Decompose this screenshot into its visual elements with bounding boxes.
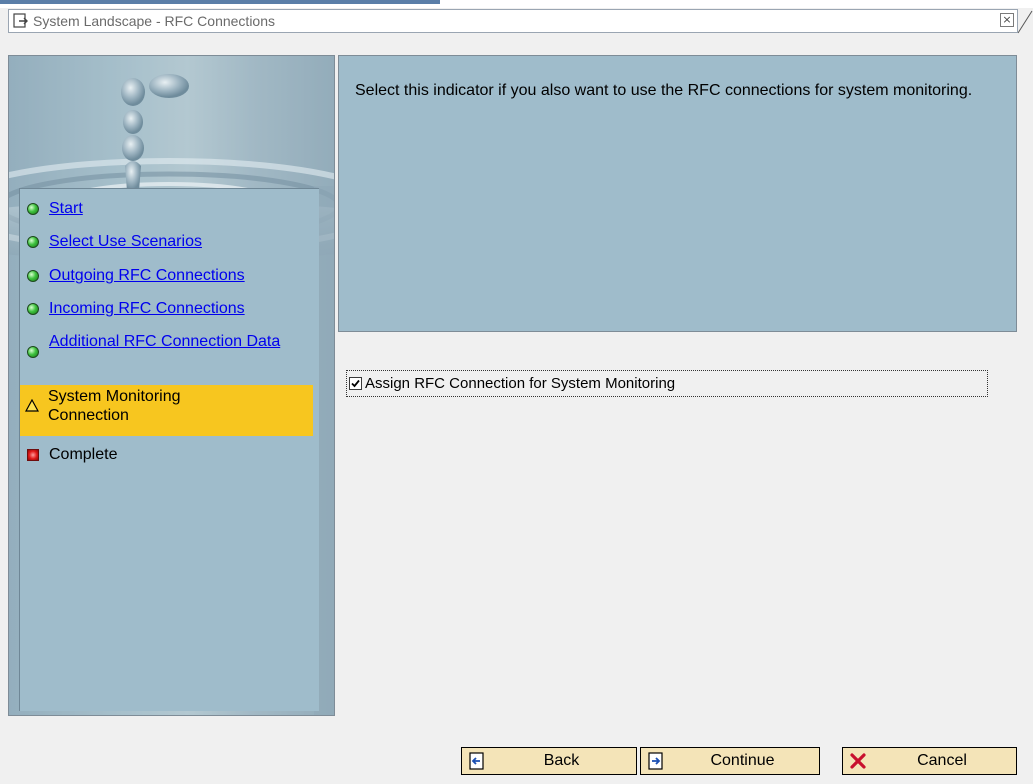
continue-button[interactable]: Continue — [640, 747, 820, 775]
red-square-icon — [27, 449, 39, 461]
green-dot-icon — [27, 270, 39, 282]
back-button-label: Back — [543, 752, 580, 769]
green-dot-icon — [27, 346, 39, 358]
back-icon — [469, 752, 484, 770]
wizard-step-label[interactable]: Start — [49, 199, 83, 218]
window-title: System Landscape - RFC Connections — [33, 13, 275, 29]
assign-rfc-checkbox-label: Assign RFC Connection for System Monitor… — [365, 375, 676, 392]
wizard-step-select-use-scenarios[interactable]: Select Use Scenarios — [20, 232, 313, 251]
window-icon — [13, 13, 28, 28]
wizard-step-label: Complete — [49, 446, 118, 463]
checkmark-icon — [351, 379, 360, 388]
green-dot-icon — [27, 236, 39, 248]
wizard-step-start[interactable]: Start — [20, 199, 313, 218]
cancel-button[interactable]: Cancel — [842, 747, 1017, 775]
back-button[interactable]: Back — [461, 747, 637, 775]
cancel-button-label: Cancel — [917, 752, 967, 769]
cancel-x-icon — [850, 753, 866, 769]
wizard-step-additional-rfc-data[interactable]: Additional RFC Connection Data — [20, 332, 313, 358]
wizard-step-label[interactable]: Select Use Scenarios — [49, 232, 202, 251]
close-icon[interactable]: × — [1000, 13, 1014, 27]
help-text-box: Select this indicator if you also want t… — [338, 55, 1017, 332]
wizard-step-incoming-rfc[interactable]: Incoming RFC Connections — [20, 299, 313, 318]
top-strip — [0, 0, 1033, 8]
green-dot-icon — [27, 203, 39, 215]
continue-icon — [648, 752, 663, 770]
wizard-step-label: System Monitoring Connection — [48, 388, 181, 424]
green-dot-icon — [27, 303, 39, 315]
top-accent-bar — [0, 0, 440, 4]
wizard-step-label[interactable]: Outgoing RFC Connections — [49, 266, 245, 285]
wizard-step-complete: Complete — [20, 445, 313, 464]
warning-triangle-icon — [25, 399, 39, 412]
wizard-step-system-monitoring: System Monitoring Connection — [20, 385, 313, 436]
wizard-step-label[interactable]: Incoming RFC Connections — [49, 299, 245, 318]
wizard-step-label[interactable]: Additional RFC Connection Data — [49, 332, 289, 351]
wizard-side-panel: Start Select Use Scenarios Outgoing RFC … — [8, 55, 335, 716]
titlebar-edge — [1018, 10, 1033, 34]
assign-rfc-monitoring-option[interactable]: Assign RFC Connection for System Monitor… — [346, 370, 988, 397]
help-text: Select this indicator if you also want t… — [355, 82, 973, 99]
assign-rfc-checkbox[interactable] — [349, 377, 362, 390]
wizard-step-outgoing-rfc[interactable]: Outgoing RFC Connections — [20, 266, 313, 285]
continue-button-label: Continue — [710, 752, 775, 769]
window-titlebar: System Landscape - RFC Connections × — [8, 9, 1018, 33]
wizard-steps: Start Select Use Scenarios Outgoing RFC … — [19, 188, 319, 711]
